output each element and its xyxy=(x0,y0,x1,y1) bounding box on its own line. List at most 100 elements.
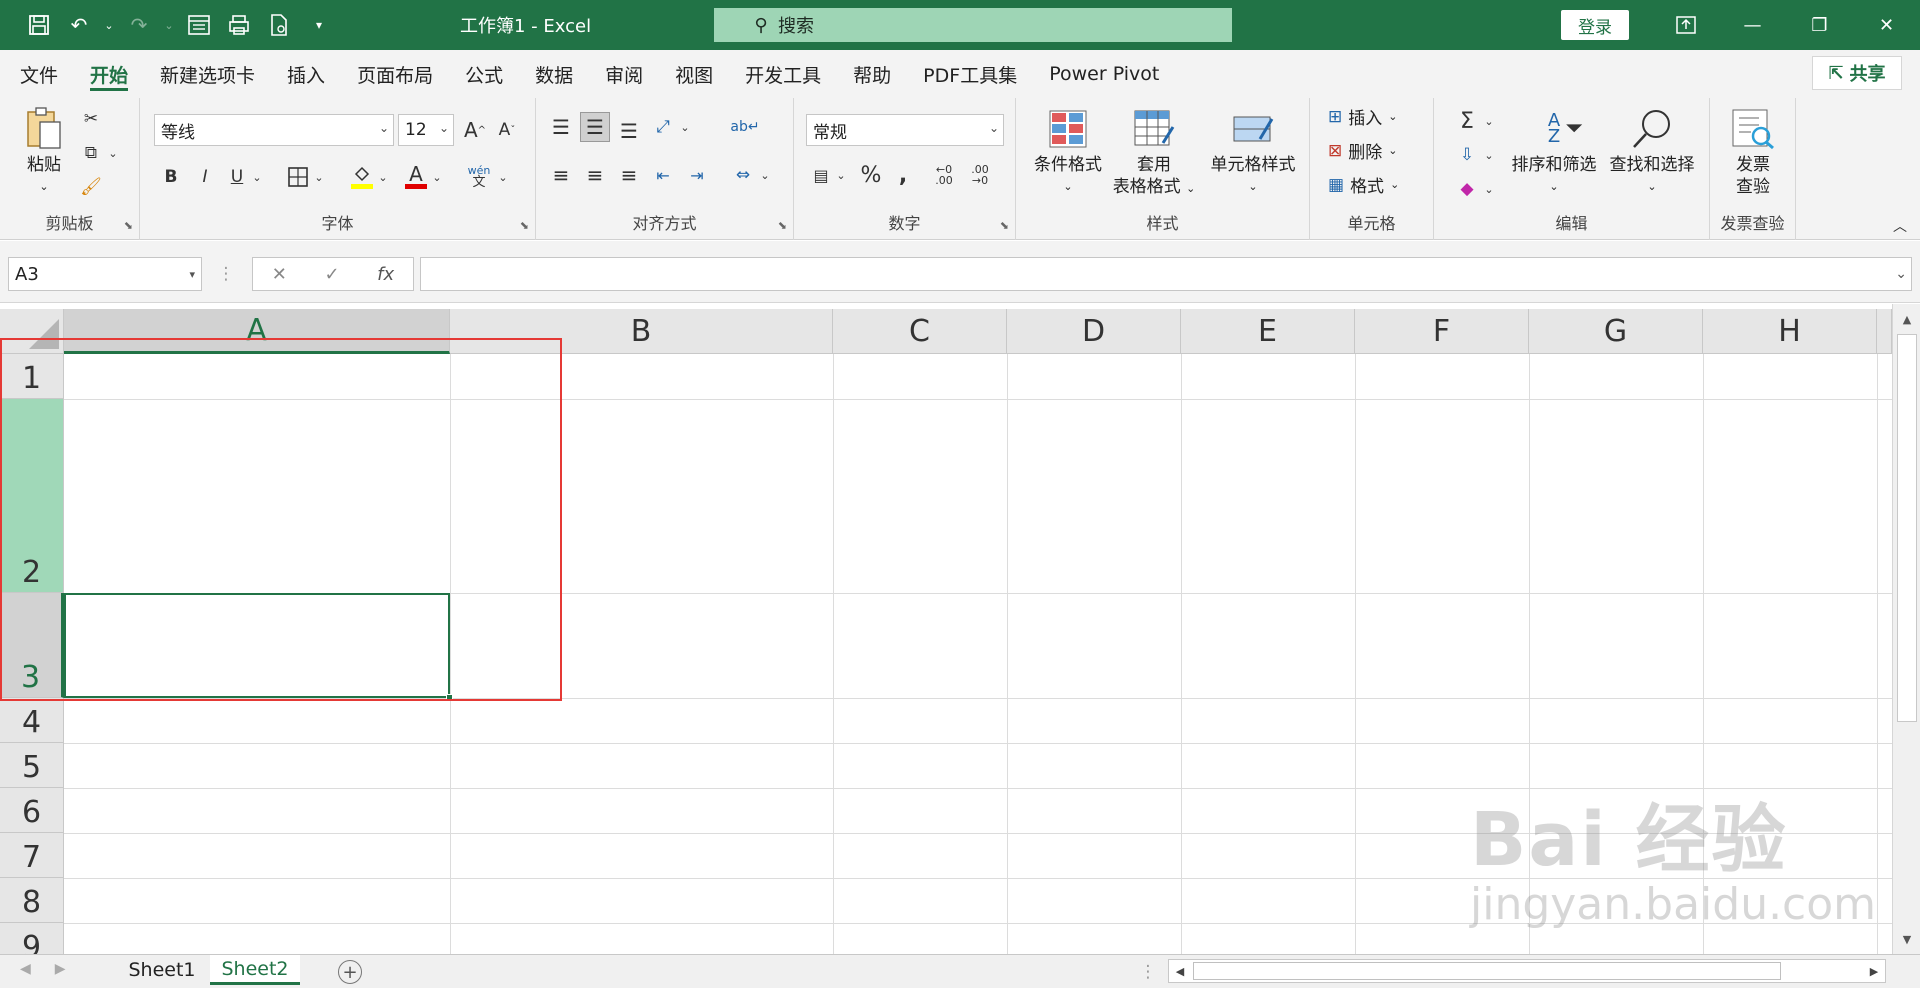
form-icon[interactable] xyxy=(182,10,216,40)
invoice-verify-button[interactable]: 发票 查验 xyxy=(1714,106,1792,198)
format-painter-icon[interactable]: 🖌 xyxy=(78,174,104,200)
login-button[interactable]: 登录 xyxy=(1561,10,1629,40)
paste-button[interactable]: 粘贴 ⌄ xyxy=(14,106,74,198)
conditional-formatting-button[interactable]: 条件格式 ⌄ xyxy=(1026,106,1110,198)
formula-input[interactable]: ⌄ xyxy=(420,257,1912,291)
increase-font-icon[interactable]: A ^ xyxy=(460,114,490,146)
undo-icon[interactable]: ↶ xyxy=(62,10,96,40)
align-bottom-icon[interactable]: ☰ xyxy=(614,116,644,146)
column-header-c[interactable]: C xyxy=(833,309,1007,354)
clipboard-launcher-icon[interactable]: ⬊ xyxy=(124,219,133,232)
save-icon[interactable] xyxy=(22,10,56,40)
increase-decimal-icon[interactable]: ←0.00 xyxy=(928,160,960,190)
merge-center-icon[interactable]: ⇔ xyxy=(728,160,758,190)
accounting-dropdown-icon[interactable]: ⌄ xyxy=(834,160,848,190)
font-color-dropdown-icon[interactable]: ⌄ xyxy=(430,162,444,192)
align-center-icon[interactable]: ≡ xyxy=(580,160,610,190)
percent-icon[interactable]: % xyxy=(856,160,886,190)
find-select-button[interactable]: 查找和选择 ⌄ xyxy=(1602,106,1702,198)
format-cells-button[interactable]: ▦ 格式 ⌄ xyxy=(1328,172,1399,198)
vertical-scroll-thumb[interactable] xyxy=(1897,334,1917,722)
tab-power-pivot[interactable]: Power Pivot xyxy=(1033,50,1175,98)
orientation-dropdown-icon[interactable]: ⌄ xyxy=(678,112,692,142)
share-button[interactable]: ⇱ 共享 xyxy=(1812,56,1902,90)
number-launcher-icon[interactable]: ⬊ xyxy=(1000,219,1009,232)
wrap-text-icon[interactable]: ab↵ xyxy=(728,112,762,142)
phonetic-icon[interactable]: wén 文 xyxy=(464,160,494,194)
scroll-down-icon[interactable]: ▼ xyxy=(1893,926,1920,952)
bold-icon[interactable]: B xyxy=(158,162,184,192)
column-header-e[interactable]: E xyxy=(1181,309,1355,354)
sheet-prev-icon[interactable]: ◀ xyxy=(20,961,31,977)
align-top-icon[interactable]: ☰ xyxy=(546,112,576,142)
align-right-icon[interactable]: ≡ xyxy=(614,160,644,190)
insert-cells-button[interactable]: ⊞ 插入 ⌄ xyxy=(1328,104,1397,130)
close-icon[interactable]: ✕ xyxy=(1853,0,1920,50)
tab-page-layout[interactable]: 页面布局 xyxy=(341,50,449,98)
fill-dropdown-icon[interactable]: ⌄ xyxy=(1482,140,1496,170)
customize-qat-icon[interactable]: ▾ xyxy=(302,10,336,40)
orientation-icon[interactable]: ⤢ xyxy=(648,112,678,142)
horizontal-scroll-thumb[interactable] xyxy=(1193,962,1781,980)
number-format-combo[interactable]: 常规 ⌄ xyxy=(806,114,1004,146)
formula-bar-splitter-icon[interactable]: ⋮ xyxy=(216,261,236,287)
document-icon[interactable] xyxy=(262,10,296,40)
sort-filter-button[interactable]: A Z ⏷ 排序和筛选 ⌄ xyxy=(1506,106,1602,198)
insert-function-icon[interactable]: fx xyxy=(377,264,394,285)
row-header-8[interactable]: 8 xyxy=(0,878,64,923)
fill-icon[interactable]: ⇩ xyxy=(1452,140,1482,170)
fill-color-icon[interactable] xyxy=(348,160,376,194)
add-sheet-icon[interactable]: + xyxy=(338,960,362,984)
sheet-next-icon[interactable]: ▶ xyxy=(55,961,66,977)
column-header-h[interactable]: H xyxy=(1703,309,1877,354)
tab-insert[interactable]: 插入 xyxy=(271,50,341,98)
search-box[interactable]: ⚲ 搜索 xyxy=(714,8,1232,42)
font-name-combo[interactable]: 等线 ⌄ xyxy=(154,114,394,146)
row-header-6[interactable]: 6 xyxy=(0,788,64,833)
row-header-7[interactable]: 7 xyxy=(0,833,64,878)
fill-color-dropdown-icon[interactable]: ⌄ xyxy=(376,162,390,192)
redo-icon[interactable]: ↷ xyxy=(122,10,156,40)
decrease-font-icon[interactable]: Aˇ xyxy=(492,114,522,146)
align-middle-icon[interactable]: ☰ xyxy=(580,112,610,142)
tab-data[interactable]: 数据 xyxy=(519,50,589,98)
enter-entry-icon[interactable]: ✓ xyxy=(324,264,339,285)
column-header-d[interactable]: D xyxy=(1007,309,1181,354)
underline-dropdown-icon[interactable]: ⌄ xyxy=(250,162,264,192)
clear-dropdown-icon[interactable]: ⌄ xyxy=(1482,174,1496,204)
scroll-right-icon[interactable]: ▶ xyxy=(1863,960,1885,982)
borders-dropdown-icon[interactable]: ⌄ xyxy=(312,162,326,192)
paste-dropdown-icon[interactable]: ⌄ xyxy=(39,176,48,198)
underline-icon[interactable]: U xyxy=(224,162,250,192)
font-size-combo[interactable]: 12 ⌄ xyxy=(398,114,454,146)
cell-styles-button[interactable]: 单元格样式 ⌄ xyxy=(1202,106,1304,198)
expand-formula-bar-icon[interactable]: ⌄ xyxy=(1895,266,1907,282)
accounting-format-icon[interactable]: ▤ xyxy=(806,160,836,190)
tab-help[interactable]: 帮助 xyxy=(837,50,907,98)
scroll-up-icon[interactable]: ▲ xyxy=(1893,306,1920,332)
clear-icon[interactable]: ◆ xyxy=(1452,174,1482,204)
tab-developer[interactable]: 开发工具 xyxy=(729,50,837,98)
minimize-icon[interactable]: — xyxy=(1719,0,1786,50)
cut-icon[interactable]: ✂ xyxy=(78,106,104,132)
decrease-indent-icon[interactable]: ⇤ xyxy=(648,160,678,190)
copy-icon[interactable]: ⧉ xyxy=(78,140,104,166)
ribbon-display-options-icon[interactable] xyxy=(1652,0,1719,50)
vertical-scrollbar[interactable]: ▲ ▼ xyxy=(1892,304,1920,954)
align-left-icon[interactable]: ≡ xyxy=(546,160,576,190)
tab-home[interactable]: 开始 xyxy=(74,50,144,98)
undo-dropdown-icon[interactable]: ⌄ xyxy=(102,10,116,40)
comma-style-icon[interactable]: , xyxy=(890,160,916,190)
name-box[interactable]: A3 ▾ xyxy=(8,257,202,291)
tab-new-tab[interactable]: 新建选项卡 xyxy=(144,50,271,98)
decrease-decimal-icon[interactable]: .00 →0 xyxy=(964,160,996,190)
tab-file[interactable]: 文件 xyxy=(0,50,74,98)
italic-icon[interactable]: I xyxy=(192,162,218,192)
merge-center-dropdown-icon[interactable]: ⌄ xyxy=(758,160,772,190)
sheet-tab-sheet1[interactable]: Sheet1 xyxy=(114,955,210,985)
phonetic-dropdown-icon[interactable]: ⌄ xyxy=(496,162,510,192)
horizontal-scrollbar[interactable]: ◀ ▶ xyxy=(1168,959,1886,983)
cancel-entry-icon[interactable]: ✕ xyxy=(272,264,287,285)
tab-splitter-icon[interactable]: ⋮ xyxy=(1138,961,1158,983)
print-preview-icon[interactable] xyxy=(222,10,256,40)
